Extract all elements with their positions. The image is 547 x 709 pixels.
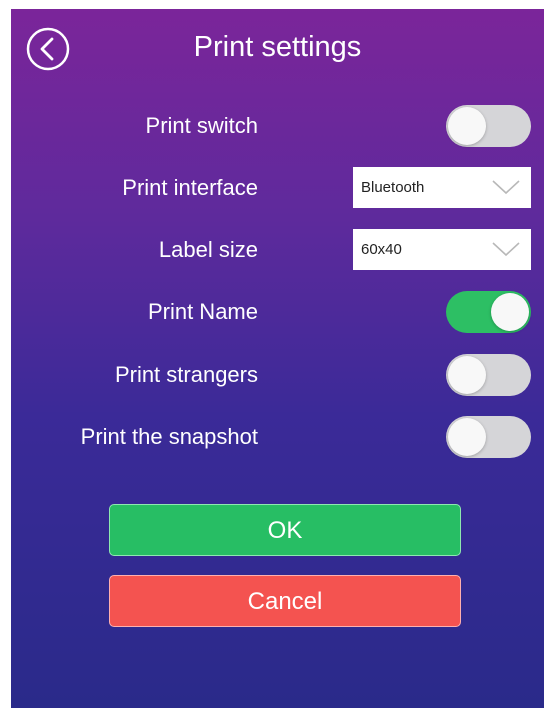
print-snapshot-label: Print the snapshot <box>80 424 258 449</box>
ok-button[interactable]: OK <box>109 504 461 556</box>
label-size-value: 60x40 <box>361 241 402 258</box>
setting-row-print-strangers: Print strangers <box>11 352 544 398</box>
toggle-knob <box>491 293 529 331</box>
setting-row-print-name: Print Name <box>11 289 544 335</box>
print-strangers-label: Print strangers <box>114 362 258 387</box>
page-title: Print settings <box>193 31 362 63</box>
print-settings-screen: Print settings Print switch Print interf… <box>11 9 544 708</box>
label-size-select[interactable]: 60x40 <box>353 229 531 270</box>
setting-row-print-interface: Print interface Bluetooth <box>11 165 544 211</box>
print-interface-select[interactable]: Bluetooth <box>353 167 531 208</box>
setting-row-print-switch: Print switch <box>11 103 544 149</box>
print-switch-label: Print switch <box>145 113 258 138</box>
header: Print settings <box>11 9 544 89</box>
print-snapshot-toggle[interactable] <box>446 416 531 458</box>
setting-row-label-size: Label size 60x40 <box>11 227 544 273</box>
label-size-label: Label size <box>158 237 258 262</box>
toggle-knob <box>448 418 486 456</box>
print-interface-value: Bluetooth <box>361 179 425 196</box>
print-name-toggle[interactable] <box>446 291 531 333</box>
chevron-down-icon <box>491 178 521 201</box>
toggle-knob <box>448 356 486 394</box>
chevron-down-icon <box>491 240 521 263</box>
print-switch-toggle[interactable] <box>446 105 531 147</box>
print-interface-label: Print interface <box>122 175 258 200</box>
cancel-button[interactable]: Cancel <box>109 575 461 627</box>
setting-row-print-snapshot: Print the snapshot <box>11 414 544 460</box>
print-name-label: Print Name <box>147 299 258 324</box>
toggle-knob <box>448 107 486 145</box>
print-strangers-toggle[interactable] <box>446 354 531 396</box>
